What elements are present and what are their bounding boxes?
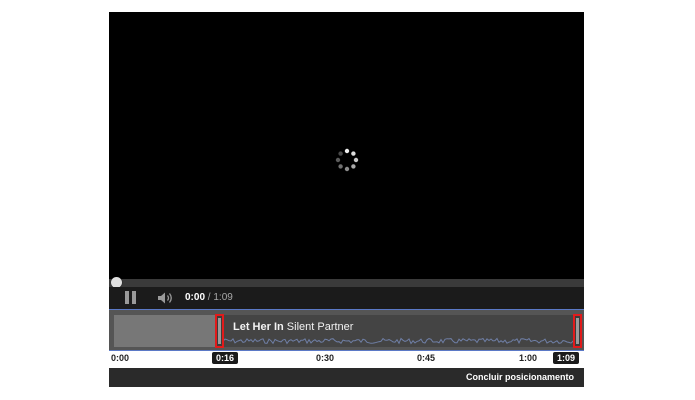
timeline-tick-selection-end: 1:09 xyxy=(553,352,580,364)
waveform xyxy=(221,337,575,345)
footer-bar: Concluir posicionamento xyxy=(109,368,584,387)
volume-icon[interactable] xyxy=(157,291,175,305)
track-unselected-region xyxy=(114,315,218,347)
progress-bar[interactable] xyxy=(109,277,584,288)
timeline-tick: 0:30 xyxy=(316,353,335,363)
control-bar: 0:00 / 1:09 xyxy=(109,287,584,309)
time-display: 0:00 / 1:09 xyxy=(185,292,233,303)
audio-track: Let Her In Silent Partner xyxy=(109,309,584,351)
timeline-tick: 0:45 xyxy=(417,353,436,363)
trim-handle-end[interactable] xyxy=(573,314,582,348)
trim-handle-start[interactable] xyxy=(215,314,224,348)
timeline-tick-selection-start: 0:16 xyxy=(212,352,239,364)
loading-spinner-icon xyxy=(335,148,359,172)
time-total: 1:09 xyxy=(213,292,233,303)
video-player: 0:00 / 1:09 Let Her In Silent Partner 0:… xyxy=(109,12,584,387)
track-title-rest: Silent Partner xyxy=(283,321,354,333)
done-positioning-button[interactable]: Concluir posicionamento xyxy=(466,372,574,382)
pause-button[interactable] xyxy=(125,291,137,304)
video-area[interactable] xyxy=(109,12,584,279)
timeline-ruler: 0:00 0:16 0:30 0:45 1:00 1:09 xyxy=(109,351,584,368)
timeline-tick: 0:00 xyxy=(111,353,130,363)
timeline-tick: 1:00 xyxy=(519,353,538,363)
time-current: 0:00 xyxy=(185,292,206,303)
track-title-artist: Let Her In xyxy=(233,321,284,333)
track-title: Let Her In Silent Partner xyxy=(233,321,353,333)
